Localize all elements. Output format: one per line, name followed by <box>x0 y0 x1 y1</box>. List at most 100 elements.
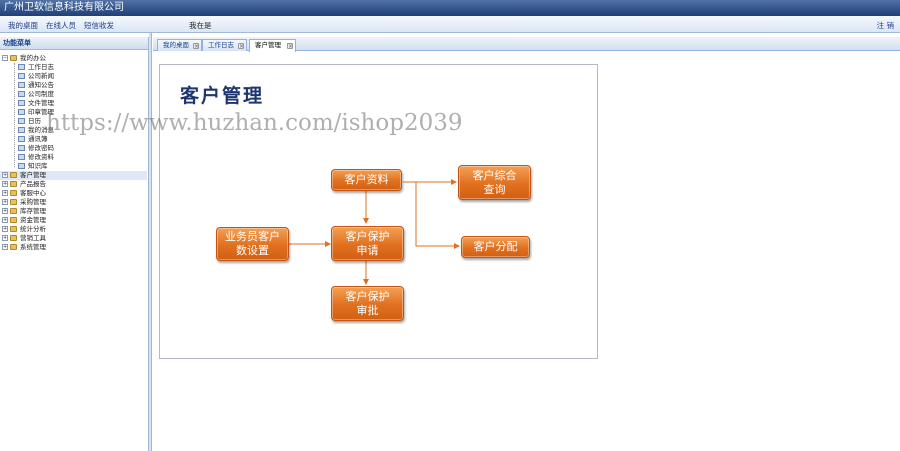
app-title: 广州卫软信息科技有限公司 <box>4 2 124 13</box>
tree-item-label: 工作日志 <box>28 63 54 71</box>
tree-item[interactable]: 通讯簿 <box>0 135 147 144</box>
app-title-bar: 广州卫软信息科技有限公司 <box>0 0 900 16</box>
tree-item[interactable]: 公司新闻 <box>0 72 147 81</box>
tree-item-label: 我的消息 <box>28 126 54 134</box>
page-icon <box>18 118 25 124</box>
tab-label: 我的桌面 <box>163 41 189 49</box>
expand-icon[interactable]: + <box>2 190 8 196</box>
expand-icon[interactable]: + <box>2 244 8 250</box>
tree-item[interactable]: + 统计分析 <box>0 225 147 234</box>
close-icon[interactable]: × <box>238 43 244 50</box>
flow-salesperson-setting[interactable]: 业务员客户数设置 <box>216 227 289 261</box>
folder-icon <box>10 55 17 61</box>
user-status-text: 我在是 <box>189 21 212 30</box>
tree-item-label: 印章管理 <box>28 108 54 116</box>
tree-item-label: 通知公告 <box>28 81 54 89</box>
tree-item-label: 修改资料 <box>28 153 54 161</box>
tree-item[interactable]: + 系统管理 <box>0 243 147 252</box>
tree-item-label: 系统管理 <box>20 243 46 251</box>
tree-item-label: 通讯簿 <box>28 135 48 143</box>
tree-item-label: 统计分析 <box>20 225 46 233</box>
tree-item[interactable]: + 客户管理 <box>0 171 147 180</box>
function-menu-header: 功能菜单 <box>0 37 148 50</box>
folder-icon <box>10 217 17 223</box>
page-icon <box>18 145 25 151</box>
flow-label: 客户综合查询 <box>472 168 517 196</box>
nav-online-users-link[interactable]: 在线人员 <box>46 20 76 31</box>
page-icon <box>18 73 25 79</box>
tree-item[interactable]: 印章管理 <box>0 108 147 117</box>
tree-item-label: 修改密码 <box>28 144 54 152</box>
tab-label: 工作日志 <box>208 41 234 49</box>
tree-item-label: 资金管理 <box>20 216 46 224</box>
tree-item[interactable]: + 产品报告 <box>0 180 147 189</box>
tree-item[interactable]: 公司制度 <box>0 90 147 99</box>
tree-item[interactable]: 我的消息 <box>0 126 147 135</box>
connector-info-to-assign <box>415 182 460 249</box>
customer-management-panel: 客户管理 客户资料 客户综合查询 客户分配 业务员客户数设置 客户保护申请 客户… <box>159 64 598 359</box>
flow-customer-query[interactable]: 客户综合查询 <box>458 165 531 200</box>
tree-item[interactable]: + 营销工具 <box>0 234 147 243</box>
folder-icon <box>10 208 17 214</box>
flow-label: 客户资料 <box>344 173 389 186</box>
page-icon <box>18 109 25 115</box>
tree-item-label: 知识库 <box>28 162 48 170</box>
tab-customer-management[interactable]: 客户管理 × <box>249 39 296 52</box>
flow-protection-apply[interactable]: 客户保护申请 <box>331 226 404 261</box>
folder-icon <box>10 226 17 232</box>
tree-item[interactable]: 修改密码 <box>0 144 147 153</box>
tree-item[interactable]: + 客服中心 <box>0 189 147 198</box>
tree-item[interactable]: − 我的办公 <box>0 54 147 63</box>
tree-item-label: 采购管理 <box>20 198 46 206</box>
tab-label: 客户管理 <box>255 41 281 49</box>
function-menu-pane: 功能菜单 − 我的办公 工作日志 公司新闻 通知公告 公司制度 文件管理 印章管理 日历 我的消息… <box>0 37 149 451</box>
tree-item[interactable]: 知识库 <box>0 162 147 171</box>
collapse-icon[interactable]: − <box>2 55 8 61</box>
expand-icon[interactable]: + <box>2 235 8 241</box>
flow-customer-assign[interactable]: 客户分配 <box>461 236 530 258</box>
tree-item[interactable]: 工作日志 <box>0 63 147 72</box>
folder-icon <box>10 181 17 187</box>
tree-item-label: 日历 <box>28 117 41 125</box>
close-icon[interactable]: × <box>193 43 199 50</box>
tree-item[interactable]: + 库存管理 <box>0 207 147 216</box>
logout-link[interactable]: 注 销 <box>877 20 894 31</box>
flow-protection-approve[interactable]: 客户保护审批 <box>331 286 404 321</box>
function-menu-tree: − 我的办公 工作日志 公司新闻 通知公告 公司制度 文件管理 印章管理 日历 我的消息 通讯簿 修改… <box>0 54 147 434</box>
tab-my-desktop[interactable]: 我的桌面 × <box>157 39 202 51</box>
folder-icon <box>10 235 17 241</box>
tree-item[interactable]: 通知公告 <box>0 81 147 90</box>
tree-item-label: 客服中心 <box>20 189 46 197</box>
tab-work-log[interactable]: 工作日志 × <box>202 39 247 51</box>
expand-icon[interactable]: + <box>2 199 8 205</box>
pane-splitter[interactable] <box>149 33 152 451</box>
page-icon <box>18 100 25 106</box>
page-icon <box>18 91 25 97</box>
expand-icon[interactable]: + <box>2 181 8 187</box>
expand-icon[interactable]: + <box>2 172 8 178</box>
flow-label: 客户分配 <box>473 240 518 253</box>
page-icon <box>18 163 25 169</box>
expand-icon[interactable]: + <box>2 226 8 232</box>
page-icon <box>18 82 25 88</box>
nav-my-desktop-link[interactable]: 我的桌面 <box>8 20 38 31</box>
tree-item[interactable]: 文件管理 <box>0 99 147 108</box>
expand-icon[interactable]: + <box>2 208 8 214</box>
tree-item[interactable]: 修改资料 <box>0 153 147 162</box>
page-icon <box>18 64 25 70</box>
tree-item-label: 我的办公 <box>20 54 46 62</box>
folder-icon <box>10 172 17 178</box>
tree-item[interactable]: 日历 <box>0 117 147 126</box>
flow-label: 业务员客户数设置 <box>225 230 280 257</box>
tree-item-label: 公司制度 <box>28 90 54 98</box>
folder-icon <box>10 244 17 250</box>
close-icon[interactable]: × <box>287 43 293 50</box>
main-content: 客户管理 客户资料 客户综合查询 客户分配 业务员客户数设置 客户保护申请 客户… <box>153 52 900 451</box>
tree-item[interactable]: + 采购管理 <box>0 198 147 207</box>
nav-sms-link[interactable]: 短信收发 <box>84 20 114 31</box>
tree-item-label: 客户管理 <box>20 171 46 179</box>
flow-customer-info[interactable]: 客户资料 <box>331 169 402 191</box>
expand-icon[interactable]: + <box>2 217 8 223</box>
tab-bar: 我的桌面 × 工作日志 × 客户管理 × <box>153 37 900 52</box>
tree-item[interactable]: + 资金管理 <box>0 216 147 225</box>
